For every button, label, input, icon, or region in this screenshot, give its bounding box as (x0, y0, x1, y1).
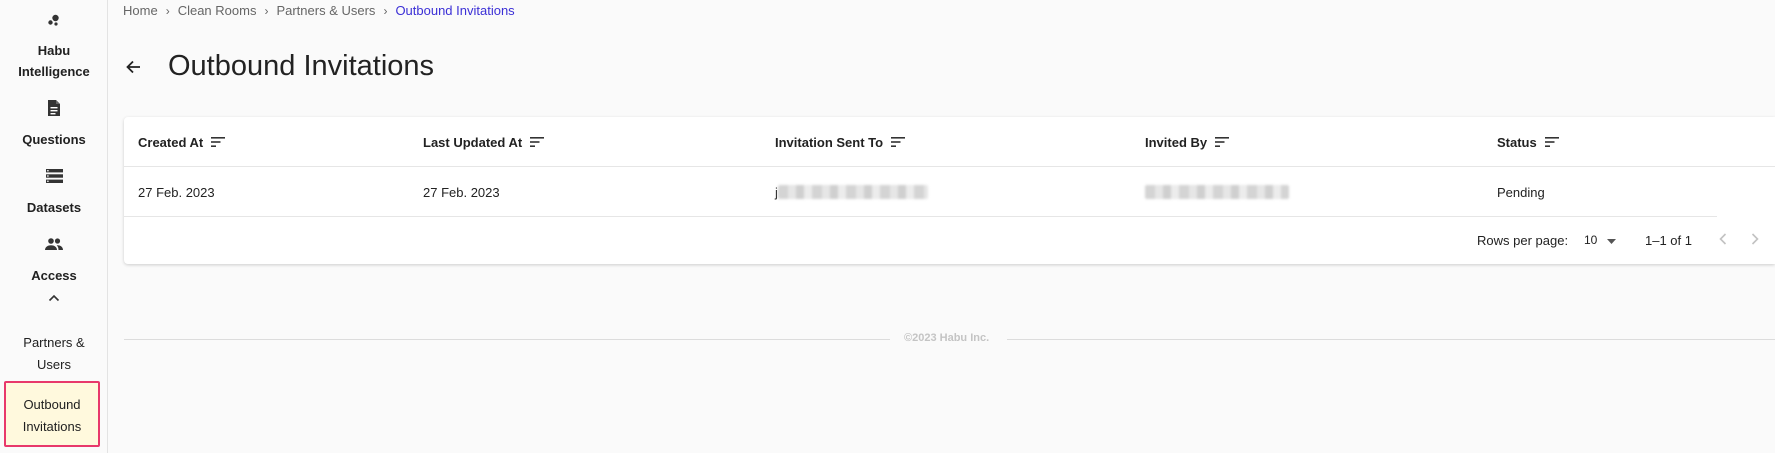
sidebar-item-access[interactable]: Access (0, 234, 108, 308)
column-header-invitation-sent-to[interactable]: Invitation Sent To (775, 117, 906, 167)
page-title: Outbound Invitations (168, 50, 435, 82)
chevron-left-icon (1719, 232, 1727, 248)
column-header-last-updated-at[interactable]: Last Updated At (423, 117, 545, 167)
breadcrumb-separator: › (383, 3, 388, 18)
sidebar-item-label: Datasets (26, 200, 82, 215)
sort-icon[interactable] (891, 137, 906, 147)
footer-divider-left (124, 339, 890, 340)
footer-copyright: ©2023 Habu Inc. (904, 332, 990, 344)
subitem-label-line2: Invitations (22, 419, 82, 434)
cell-last-updated-at: 27 Feb. 2023 (423, 184, 500, 200)
sort-icon[interactable] (1544, 137, 1559, 147)
sidebar-subitem-partners-users[interactable]: Partners & Users (0, 332, 108, 376)
breadcrumb-current[interactable]: Outbound Invitations (395, 3, 514, 18)
column-header-label: Last Updated At (423, 134, 523, 150)
sort-icon[interactable] (211, 137, 226, 147)
brand-line1: Habu (37, 43, 71, 58)
breadcrumb-separator: › (165, 3, 170, 18)
subitem-label-line2: Users (37, 357, 71, 372)
column-header-label: Invitation Sent To (775, 134, 884, 150)
redacted-email (777, 185, 928, 199)
sort-icon[interactable] (530, 137, 545, 147)
back-button[interactable] (122, 58, 144, 80)
breadcrumb: Home › Clean Rooms › Partners & Users › … (123, 3, 515, 18)
people-icon (44, 234, 64, 254)
breadcrumb-home[interactable]: Home (123, 3, 158, 18)
column-header-label: Created At (138, 134, 204, 150)
cell-created-at: 27 Feb. 2023 (138, 184, 215, 200)
cell-status: Pending (1497, 184, 1545, 200)
pagination-range: 1–1 of 1 (1645, 233, 1692, 248)
next-page-button[interactable] (1745, 230, 1765, 250)
rows-per-page-select[interactable]: 10 (1584, 233, 1617, 247)
invitations-table-card: Created At Last Updated At Invitation Se… (124, 117, 1775, 264)
sidebar-item-label: Questions (22, 132, 86, 147)
chevron-up-icon[interactable] (44, 288, 64, 308)
column-header-label: Status (1497, 134, 1537, 150)
brand-line2: Intelligence (18, 64, 90, 79)
footer-divider-right (1007, 339, 1775, 340)
redacted-inviter (1145, 185, 1289, 199)
table-row[interactable]: 27 Feb. 2023 27 Feb. 2023 j Pending (124, 167, 1717, 217)
subitem-label-line1: Partners & (23, 335, 85, 350)
breadcrumb-partners-users[interactable]: Partners & Users (276, 3, 375, 18)
sidebar: Habu Intelligence Questions Datasets Acc… (0, 0, 108, 453)
chevron-right-icon (1751, 232, 1759, 248)
sidebar-item-label: Access (31, 268, 77, 283)
sort-icon[interactable] (1215, 137, 1230, 147)
brand-habu-intelligence[interactable]: Habu Intelligence (0, 10, 108, 82)
breadcrumb-clean-rooms[interactable]: Clean Rooms (178, 3, 257, 18)
list-icon (44, 166, 64, 186)
table-header: Created At Last Updated At Invitation Se… (124, 117, 1775, 167)
pagination: Rows per page: 10 1–1 of 1 (124, 217, 1775, 264)
sidebar-item-questions[interactable]: Questions (0, 98, 108, 150)
sidebar-item-datasets[interactable]: Datasets (0, 166, 108, 218)
document-icon (44, 98, 64, 118)
cell-invitation-sent-to: j (775, 167, 928, 217)
habu-logo-icon (44, 10, 64, 30)
previous-page-button[interactable] (1713, 230, 1733, 250)
cell-invited-by (1145, 167, 1289, 217)
column-header-label: Invited By (1145, 134, 1208, 150)
rows-per-page-label: Rows per page: (1477, 233, 1569, 248)
subitem-label-line1: Outbound (23, 397, 81, 412)
column-header-invited-by[interactable]: Invited By (1145, 117, 1230, 167)
rows-per-page-value: 10 (1584, 233, 1598, 247)
arrow-left-icon (125, 59, 141, 80)
column-header-created-at[interactable]: Created At (138, 117, 226, 167)
breadcrumb-separator: › (264, 3, 269, 18)
sidebar-subitem-outbound-invitations[interactable]: Outbound Invitations (4, 381, 100, 447)
caret-down-icon (1607, 233, 1617, 247)
column-header-status[interactable]: Status (1497, 117, 1559, 167)
